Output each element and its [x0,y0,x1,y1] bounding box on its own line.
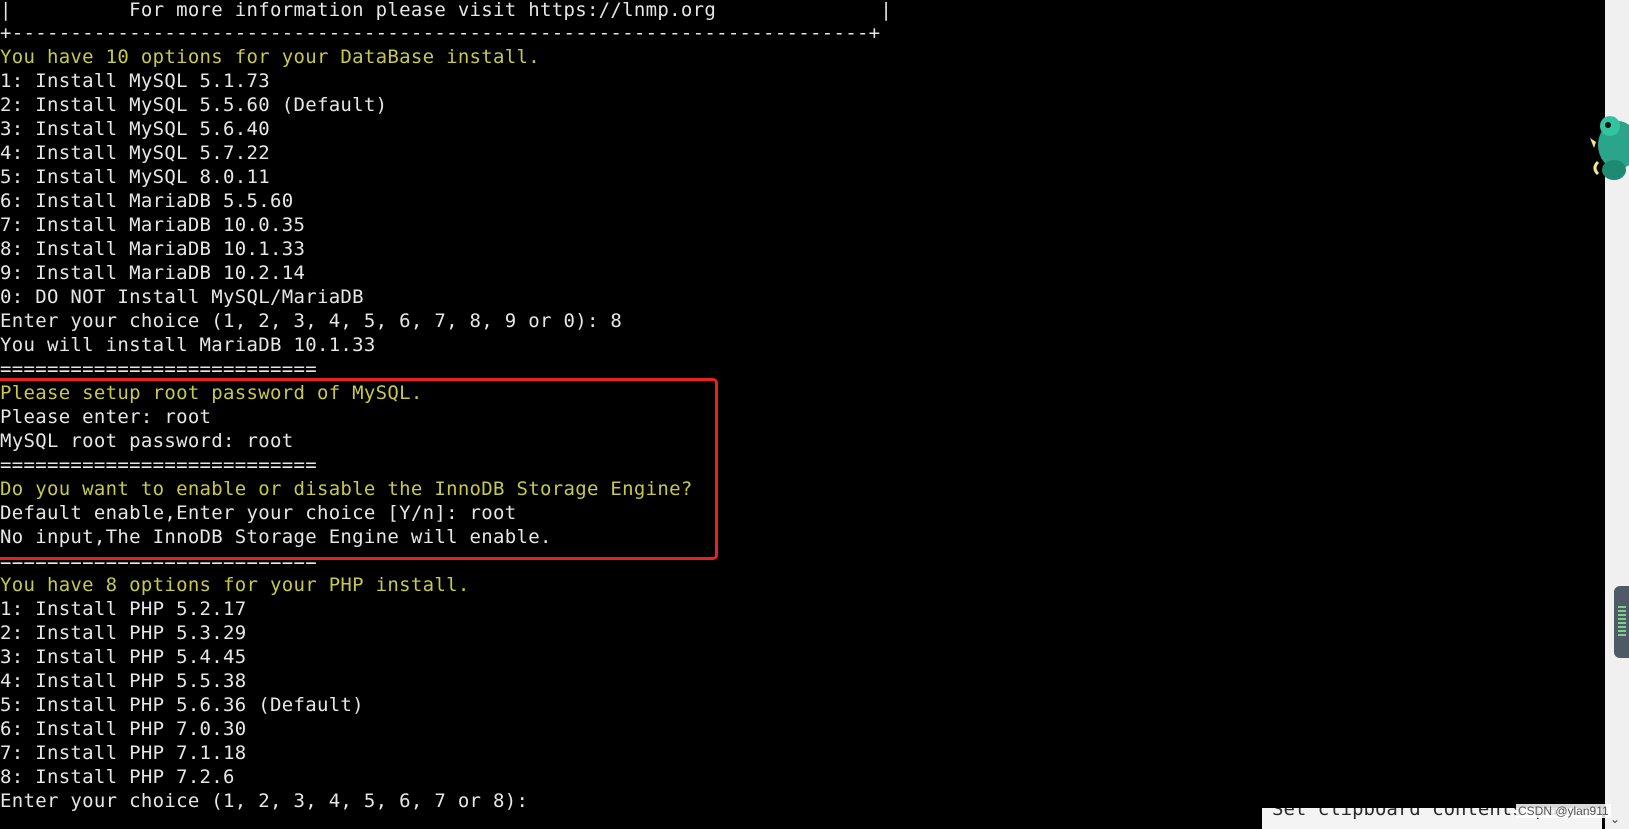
annotation-highlight-box [0,378,718,560]
db-prompt-line: Enter your choice (1, 2, 3, 4, 5, 6, 7, … [0,310,623,332]
php-option-line: 2: Install PHP 5.3.29 [0,622,247,644]
dinosaur-mascot-icon[interactable] [1588,110,1629,192]
db-option-line: 2: Install MySQL 5.5.60 (Default) [0,94,388,116]
separator-line: +---------------------------------------… [0,22,881,44]
screen: | For more information please visit http… [0,0,1629,829]
php-option-line: 4: Install PHP 5.5.38 [0,670,247,692]
php-option-line: 1: Install PHP 5.2.17 [0,598,247,620]
db-result-line: You will install MariaDB 10.1.33 [0,334,376,356]
db-option-line: 0: DO NOT Install MySQL/MariaDB [0,286,364,308]
chevron-down-icon[interactable]: ⌄ [1608,812,1622,826]
php-option-line: 8: Install PHP 7.2.6 [0,766,235,788]
db-option-line: 1: Install MySQL 5.1.73 [0,70,270,92]
db-option-line: 6: Install MariaDB 5.5.60 [0,190,294,212]
scroll-grip-icon [1618,606,1626,636]
db-intro-line: You have 10 options for your DataBase in… [0,46,540,68]
db-option-line: 7: Install MariaDB 10.0.35 [0,214,306,236]
db-option-line: 8: Install MariaDB 10.1.33 [0,238,306,260]
db-option-line: 9: Install MariaDB 10.2.14 [0,262,306,284]
db-option-line: 3: Install MySQL 5.6.40 [0,118,270,140]
watermark-text: CSDN @ylan911 [1516,804,1611,818]
php-option-line: 3: Install PHP 5.4.45 [0,646,247,668]
php-option-line: 5: Install PHP 5.6.36 (Default) [0,694,364,716]
db-option-line: 4: Install MySQL 5.7.22 [0,142,270,164]
php-option-line: 6: Install PHP 7.0.30 [0,718,247,740]
php-intro-line: You have 8 options for your PHP install. [0,574,470,596]
header-info-line: | For more information please visit http… [0,0,893,21]
php-prompt-line[interactable]: Enter your choice (1, 2, 3, 4, 5, 6, 7 o… [0,789,528,813]
php-option-line: 7: Install PHP 7.1.18 [0,742,247,764]
terminal-window[interactable]: | For more information please visit http… [0,0,1605,829]
db-option-line: 5: Install MySQL 8.0.11 [0,166,270,188]
